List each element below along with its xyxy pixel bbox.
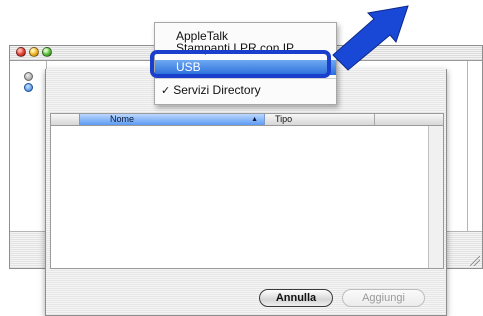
resize-grip-icon[interactable]	[470, 256, 480, 266]
column-header-nome[interactable]: Nome ▲	[79, 114, 265, 125]
add-printer-sheet: Nome ▲ Tipo Annulla Aggiungi	[45, 69, 447, 316]
menu-separator	[155, 78, 336, 79]
sort-ascending-icon: ▲	[251, 116, 258, 123]
checkmark-icon: ✓	[161, 85, 171, 97]
column-header-label: Tipo	[275, 114, 293, 124]
cancel-button[interactable]: Annulla	[259, 289, 333, 307]
gray-bullet-icon	[24, 72, 33, 81]
table-scrollbar[interactable]	[428, 126, 443, 268]
menu-item-servizi-directory[interactable]: ✓ Servizi Directory	[155, 83, 336, 98]
usb-highlight-ring	[150, 50, 331, 78]
blue-bullet-icon	[24, 83, 33, 92]
add-button[interactable]: Aggiungi	[342, 289, 425, 307]
pointer-arrow-icon	[332, 5, 409, 71]
table-gutter	[51, 126, 53, 268]
column-header-tipo[interactable]: Tipo	[265, 114, 375, 125]
window-scrollbar[interactable]	[467, 61, 482, 232]
printer-table: Nome ▲ Tipo	[50, 113, 444, 269]
table-header: Nome ▲ Tipo	[51, 114, 443, 126]
close-window-button[interactable]	[16, 47, 26, 57]
column-header-label: Nome	[110, 114, 135, 124]
minimize-window-button[interactable]	[29, 47, 39, 57]
menu-item-label: Servizi Directory	[173, 83, 261, 97]
zoom-window-button[interactable]	[42, 47, 52, 57]
